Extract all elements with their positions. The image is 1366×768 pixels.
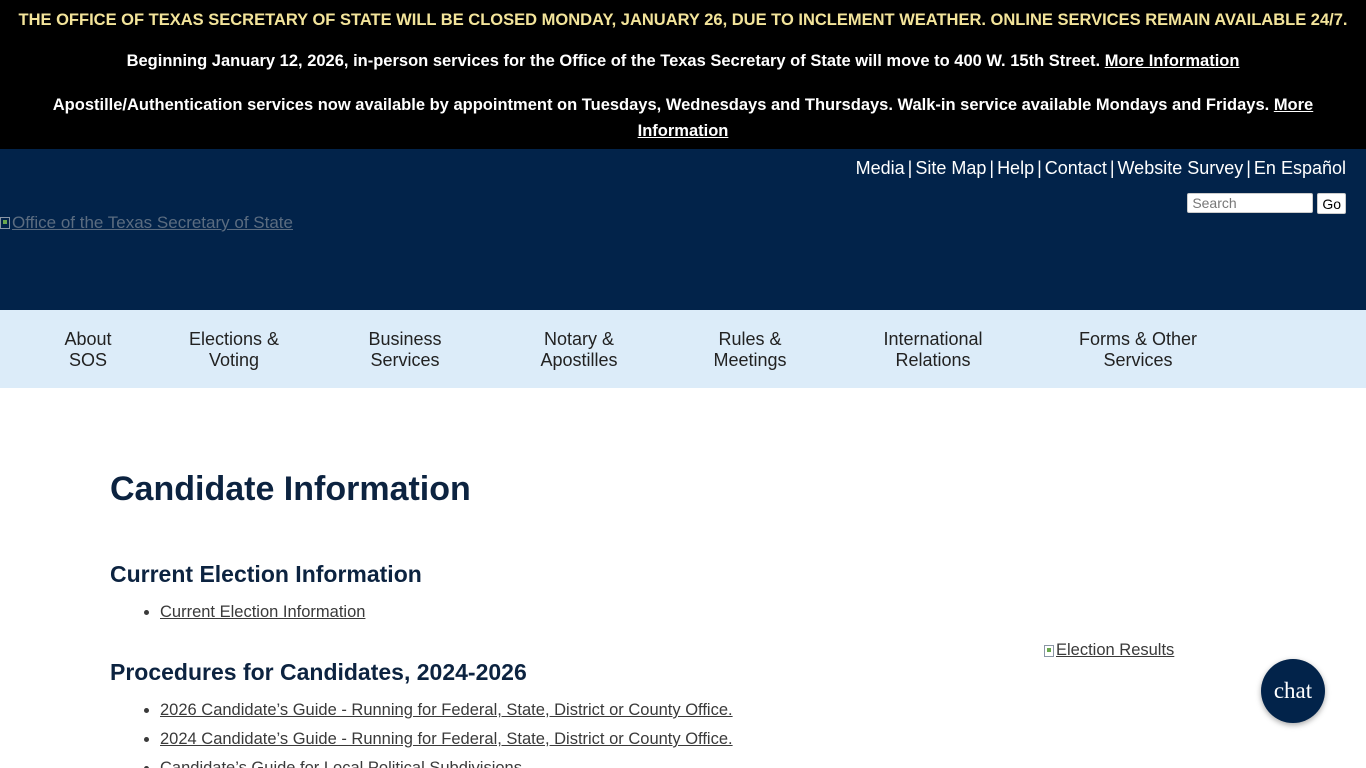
nav-forms-other-services[interactable]: Forms & Other Services xyxy=(1079,329,1197,371)
current-election-heading: Current Election Information xyxy=(110,561,422,587)
logo-alt-text: Office of the Texas Secretary of State xyxy=(12,213,293,232)
election-results-link[interactable]: Election Results xyxy=(1044,641,1174,660)
nav-label: Apostilles xyxy=(540,350,618,370)
local-subdivisions-guide-link[interactable]: Candidate’s Guide for Local Political Su… xyxy=(160,759,522,768)
search-go-button[interactable]: Go xyxy=(1317,193,1346,214)
list-item: Current Election Information xyxy=(160,598,365,627)
nav-notary-apostilles[interactable]: Notary & Apostilles xyxy=(540,329,617,371)
closure-alert: THE OFFICE OF TEXAS SECRETARY OF STATE W… xyxy=(18,11,1348,29)
broken-image-icon xyxy=(1044,644,1054,657)
nav-international-relations[interactable]: International Relations xyxy=(883,329,982,371)
current-election-list: Current Election Information xyxy=(110,598,365,627)
candidate-guide-2024-link[interactable]: 2024 Candidate’s Guide - Running for Fed… xyxy=(160,730,733,748)
list-item: 2026 Candidate’s Guide - Running for Fed… xyxy=(160,696,733,725)
chat-button[interactable]: chat xyxy=(1261,659,1325,723)
nav-label: Forms & Other xyxy=(1078,329,1198,349)
site-map-link[interactable]: Site Map xyxy=(915,158,986,178)
candidate-guide-2026-link[interactable]: 2026 Candidate’s Guide - Running for Fed… xyxy=(160,701,733,719)
nav-label: Voting xyxy=(208,350,260,370)
search-form: Go xyxy=(1187,193,1346,214)
nav-label: Notary & xyxy=(543,329,615,349)
nav-label: Rules & xyxy=(718,329,782,349)
contact-link[interactable]: Contact xyxy=(1045,158,1107,178)
broken-image-icon xyxy=(0,217,10,229)
help-link[interactable]: Help xyxy=(997,158,1034,178)
search-input[interactable] xyxy=(1187,193,1314,213)
procedures-list: 2026 Candidate’s Guide - Running for Fed… xyxy=(110,696,733,768)
relocation-alert-text: Beginning January 12, 2026, in-person se… xyxy=(126,52,1101,70)
nav-label: About xyxy=(64,329,112,349)
nav-label: Elections & xyxy=(188,329,280,349)
separator: | xyxy=(1109,158,1115,178)
apostille-alert: Apostille/Authentication services now av… xyxy=(38,92,1328,144)
separator: | xyxy=(1037,158,1042,178)
nav-business-services[interactable]: Business Services xyxy=(368,329,441,371)
alert-banner: THE OFFICE OF TEXAS SECRETARY OF STATE W… xyxy=(0,0,1366,149)
election-results-alt-text: Election Results xyxy=(1056,641,1175,659)
page-title: Candidate Information xyxy=(110,470,471,508)
nav-label: Services xyxy=(370,350,440,370)
separator: | xyxy=(989,158,995,178)
nav-label: Business xyxy=(368,329,442,349)
site-header: Media | Site Map | Help | Contact | Website Surv… xyxy=(0,149,1366,310)
nav-elections-voting[interactable]: Elections & Voting xyxy=(189,329,279,371)
spanish-link[interactable]: En Español xyxy=(1254,158,1346,178)
relocation-more-info-link[interactable]: More Information xyxy=(1105,52,1240,70)
separator: | xyxy=(1246,158,1251,178)
nav-label: SOS xyxy=(68,350,108,370)
nav-label: Relations xyxy=(895,350,971,370)
nav-label: International xyxy=(883,329,983,349)
list-item: Candidate’s Guide for Local Political Su… xyxy=(160,754,733,768)
website-survey-link[interactable]: Website Survey xyxy=(1118,158,1244,178)
relocation-alert: Beginning January 12, 2026, in-person se… xyxy=(0,51,1366,71)
main-navigation: About SOS Elections & Voting Business Servi… xyxy=(0,310,1366,388)
procedures-heading: Procedures for Candidates, 2024-2026 xyxy=(110,659,527,685)
separator: | xyxy=(907,158,913,178)
current-election-link[interactable]: Current Election Information xyxy=(160,603,365,621)
site-logo-link[interactable]: Office of the Texas Secretary of State xyxy=(0,213,293,233)
apostille-alert-text: Apostille/Authentication services now av… xyxy=(52,96,1270,114)
nav-label: Services xyxy=(1103,350,1173,370)
nav-rules-meetings[interactable]: Rules & Meetings xyxy=(713,329,786,371)
list-item: 2024 Candidate’s Guide - Running for Fed… xyxy=(160,725,733,754)
nav-label: Meetings xyxy=(713,350,787,370)
main-content: Candidate Information Current Election I… xyxy=(0,388,1366,768)
utility-links: Media | Site Map | Help | Contact | Website Surv… xyxy=(856,158,1346,179)
nav-about-sos[interactable]: About SOS xyxy=(64,329,111,371)
media-link[interactable]: Media xyxy=(856,158,905,178)
